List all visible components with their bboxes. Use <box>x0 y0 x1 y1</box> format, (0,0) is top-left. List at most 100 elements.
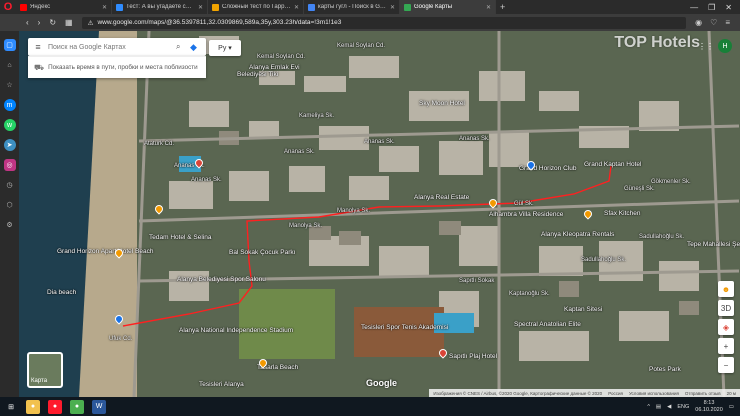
url-field[interactable]: ⚠ www.google.com/maps/@36.5397811,32.030… <box>81 16 687 29</box>
place-label[interactable]: Potes Park <box>649 366 681 373</box>
volume-icon[interactable]: ◀ <box>667 404 671 410</box>
maximize-icon[interactable]: ❐ <box>708 3 715 12</box>
avatar[interactable]: H <box>718 39 732 53</box>
street-label: Ananas Sk. <box>364 139 395 145</box>
language-indicator[interactable]: ENG <box>677 404 689 410</box>
place-label[interactable]: Tesisleri Alanya <box>199 381 244 388</box>
place-label[interactable]: Sapıtlı Plaj Hotel <box>449 353 497 360</box>
place-label[interactable]: Alanya Kleopatra Rentals <box>541 231 614 238</box>
stadium-field <box>239 289 335 359</box>
feedback-link[interactable]: Отправить отзыв <box>685 391 721 396</box>
place-label[interactable]: Grand Horizon Apart Hotel Beach <box>57 248 153 255</box>
chrome-icon[interactable]: ● <box>70 399 84 414</box>
telegram-icon[interactable]: ➤ <box>3 139 16 151</box>
satellite-map[interactable]: Kemal Soylan Cd. Kemal Soylan Cd. Alanya E… <box>19 31 740 397</box>
layers-toggle[interactable]: Карта <box>27 352 63 388</box>
menu-icon[interactable]: ≡ <box>725 18 730 27</box>
explorer-icon[interactable]: ● <box>26 399 40 414</box>
place-label[interactable]: Alhambra Villa Residence <box>489 211 563 218</box>
network-icon[interactable]: ▤ <box>656 404 661 410</box>
reload-icon[interactable]: ↻ <box>49 18 56 27</box>
place-label[interactable]: Tepe Mahallesi Şehir Parkı <box>687 241 740 248</box>
street-label: Manolya Sk. <box>337 208 371 214</box>
place-label[interactable]: Tedam Hotel & Selina <box>149 234 212 241</box>
opera-icon[interactable]: ● <box>48 399 62 414</box>
place-label[interactable]: Spectral Anatolian Elite <box>514 321 581 328</box>
tab-close-icon[interactable]: ✕ <box>390 4 395 11</box>
speed-dial-icon[interactable]: ▢ <box>3 39 16 51</box>
browser-tab[interactable]: Яндекс ✕ <box>16 0 112 14</box>
tray-arrow-icon[interactable]: ^ <box>647 404 650 410</box>
travel-time-text: Показать время в пути, пробки и места по… <box>48 63 198 71</box>
history-icon[interactable]: ◷ <box>4 179 16 191</box>
back-icon[interactable]: ‹ <box>26 18 29 27</box>
zoom-in-button[interactable]: + <box>718 338 734 354</box>
tab-label: Тест: А вы угадаете совет... <box>126 4 195 10</box>
compass-icon[interactable]: ◈ <box>718 319 734 335</box>
street-label: Güneşli Sk. <box>624 186 655 192</box>
language-chip[interactable]: Ру ▾ <box>209 40 241 56</box>
place-label[interactable]: Sfax Kitchen <box>604 210 641 217</box>
clock-date: 06.10.2020 <box>695 406 723 413</box>
browser-tab[interactable]: Тест: А вы угадаете совет... ✕ <box>112 0 208 14</box>
street-label: Kameliya Sk. <box>299 113 335 119</box>
street-label: Sadullahoğlu Sk. <box>639 234 685 240</box>
whatsapp-icon[interactable]: w <box>3 119 16 131</box>
tab-close-icon[interactable]: ✕ <box>102 4 107 11</box>
instagram-icon[interactable]: ◎ <box>3 159 16 171</box>
maps-search-box[interactable]: ≡ Поиск на Google Картах ⌕ ◆ <box>28 38 206 56</box>
camera-icon[interactable]: ◉ <box>695 18 702 27</box>
terms-link[interactable]: Условия использования <box>629 391 679 396</box>
settings-gear-icon[interactable]: ⚙ <box>4 219 16 231</box>
clock[interactable]: 8:13 06.10.2020 <box>695 400 723 413</box>
star-icon[interactable]: ☆ <box>4 79 16 91</box>
hamburger-icon[interactable]: ≡ <box>28 42 48 52</box>
search-icon[interactable]: ⌕ <box>176 42 190 52</box>
street-label: Gül Sk. <box>514 201 534 207</box>
region-link[interactable]: Россия <box>608 391 623 396</box>
messenger-icon[interactable]: m <box>3 99 16 111</box>
browser-tab[interactable]: Google Карты ✕ <box>400 0 496 14</box>
place-label[interactable]: Sky Moon Hotel <box>419 100 465 107</box>
place-label[interactable]: Belediyesi Tiki <box>237 71 278 78</box>
place-label[interactable]: Dia beach <box>47 289 76 296</box>
bookmark-heart-icon[interactable]: ♡ <box>710 18 717 27</box>
notifications-icon[interactable]: ▭ <box>729 404 734 410</box>
minimize-icon[interactable]: — <box>690 3 698 12</box>
opera-logo-icon[interactable]: O <box>0 0 16 14</box>
street-label: Kemal Soylan Cd. <box>337 43 386 49</box>
tab-close-icon[interactable]: ✕ <box>486 4 491 11</box>
place-label[interactable]: Bal Sokak Çocuk Parkı <box>229 249 295 256</box>
pegman-icon[interactable]: ☻ <box>718 281 734 297</box>
tab-close-icon[interactable]: ✕ <box>198 4 203 11</box>
tennis-courts <box>354 307 444 357</box>
extensions-icon[interactable]: ⬡ <box>4 199 16 211</box>
new-tab-button[interactable]: + <box>496 2 509 12</box>
browser-tab[interactable]: Сложный тест по Гарри По...✕ <box>208 0 304 14</box>
home-icon[interactable]: ⌂ <box>4 59 16 71</box>
place-label[interactable]: Kaptan Sitesi <box>564 306 602 313</box>
zoom-out-button[interactable]: − <box>718 357 734 373</box>
place-label[interactable]: Alanya Belediyesi Spor Salonu <box>177 276 266 283</box>
word-icon[interactable]: W <box>92 399 106 414</box>
place-label[interactable]: Grand Kaptan Hotel <box>584 161 641 168</box>
close-window-icon[interactable]: ✕ <box>725 3 732 12</box>
tiles-icon[interactable]: ▦ <box>65 18 73 27</box>
street-label: Ataturk Cd. <box>144 141 175 147</box>
tab-close-icon[interactable]: ✕ <box>294 4 299 11</box>
forward-icon[interactable]: › <box>38 18 41 27</box>
taskbar: ⊞ ● ● ● W ^ ▤ ◀ ENG 8:13 06.10.2020 ▭ <box>0 397 740 416</box>
map-3d-button[interactable]: 3D <box>718 300 734 316</box>
place-label[interactable]: Alanya Emlak Evi <box>249 64 300 71</box>
place-label[interactable]: Alanya Real Estate <box>414 194 469 201</box>
place-label[interactable]: Alanya National Independence Stadium <box>179 327 293 334</box>
travel-time-hint[interactable]: ⛟ Показать время в пути, пробки и места … <box>28 56 206 78</box>
place-label[interactable]: Tesisleri Spor Tenis Akademisi <box>361 324 448 331</box>
search-placeholder[interactable]: Поиск на Google Картах <box>48 44 176 51</box>
browser-tab[interactable]: карты гугл - Поиск в Goo... ✕ <box>304 0 400 14</box>
google-apps-icon[interactable]: ⋮⋮ <box>698 42 714 51</box>
street-label: Kemal Soylan Cd. <box>257 54 306 60</box>
directions-icon[interactable]: ◆ <box>190 42 206 53</box>
windows-start-icon[interactable]: ⊞ <box>4 400 18 414</box>
street-label: Sadullahoğlu Sk. <box>581 257 627 263</box>
